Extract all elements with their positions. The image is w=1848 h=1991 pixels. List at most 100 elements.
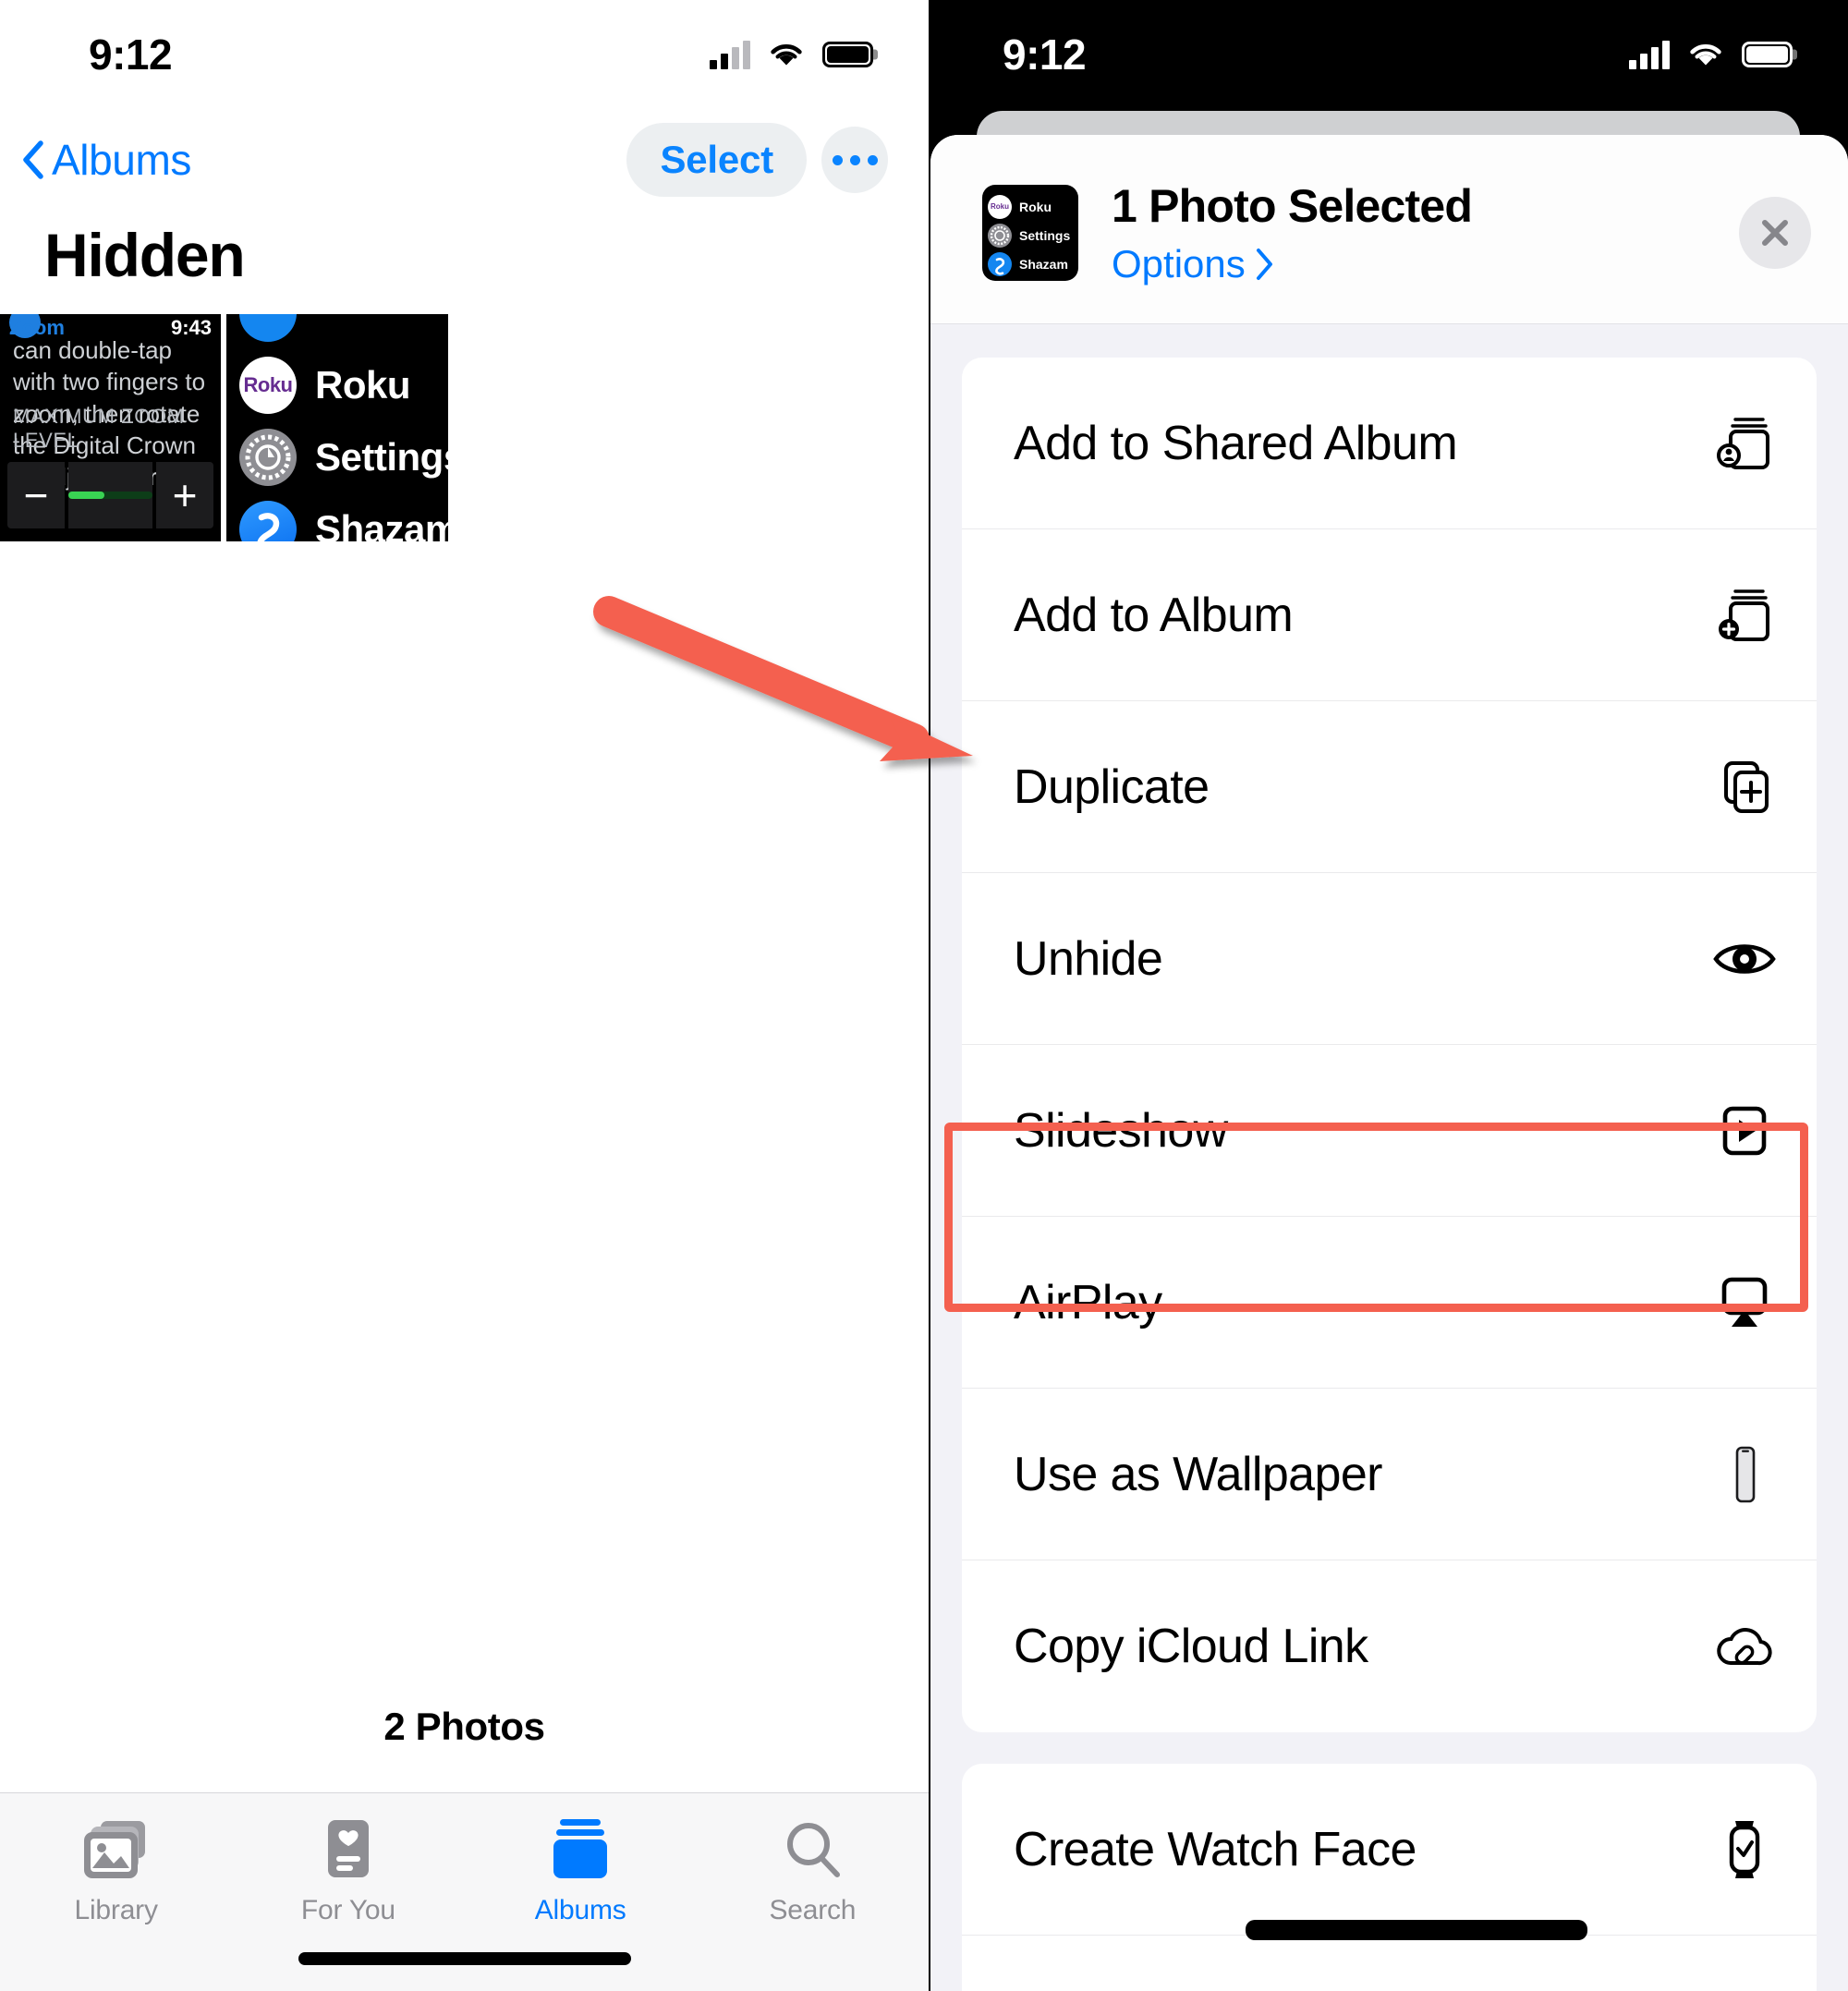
minus-icon: − — [23, 471, 49, 519]
battery-icon — [822, 42, 873, 67]
action-card-primary: Add to Shared Album Add to Album Duplica… — [962, 358, 1817, 1732]
action-duplicate[interactable]: Duplicate — [962, 701, 1817, 873]
left-status-bar: 9:12 — [0, 0, 929, 109]
app-label: Roku — [315, 363, 411, 407]
tab-label: Albums — [534, 1895, 626, 1925]
selection-title: 1 Photo Selected — [1112, 180, 1473, 232]
options-label: Options — [1112, 242, 1246, 285]
action-save-to-files[interactable]: Save to Files — [962, 1936, 1817, 1991]
shazam-icon — [239, 501, 297, 541]
eye-icon — [1711, 926, 1778, 992]
chevron-left-icon — [23, 140, 43, 179]
albums-stack-icon — [553, 1819, 608, 1878]
status-clock: 9:12 — [89, 30, 173, 79]
gear-icon — [239, 429, 297, 486]
tab-for-you[interactable]: For You — [232, 1817, 464, 1926]
shared-album-person-icon — [1711, 410, 1778, 477]
list-item: Shazam — [226, 493, 448, 541]
chevron-right-icon — [1256, 249, 1272, 280]
photo-grid: Zoom 9:43 can double-tap with two finger… — [0, 314, 929, 541]
action-add-to-shared-album[interactable]: Add to Shared Album — [962, 358, 1817, 529]
share-sheet-panel: 9:12 Roku Roku Settings Shazam 1 Photo S… — [929, 0, 1848, 1991]
duplicate-plus-icon — [1711, 754, 1778, 820]
photo-thumbnail-zoom-settings[interactable]: Zoom 9:43 can double-tap with two finger… — [0, 314, 221, 541]
action-label: Unhide — [1014, 931, 1163, 986]
thumb-app-list: Roku Roku Setting Shazam — [226, 314, 448, 541]
app-label: Shazam — [315, 507, 448, 541]
home-indicator — [298, 1952, 631, 1965]
options-button[interactable]: Options — [1112, 242, 1706, 286]
photo-stack-icon — [83, 1821, 145, 1878]
thumb-app-row: Roku Roku — [988, 194, 1073, 219]
action-label: Use as Wallpaper — [1014, 1447, 1382, 1501]
action-label: Copy iCloud Link — [1014, 1620, 1368, 1673]
airplay-icon — [1711, 1269, 1778, 1336]
list-item: Roku Roku — [226, 349, 448, 421]
app-icon-partial — [239, 314, 297, 342]
tab-label: Search — [769, 1895, 857, 1925]
ellipsis-icon — [832, 154, 843, 165]
wifi-icon — [1690, 44, 1721, 66]
action-airplay[interactable]: AirPlay — [962, 1217, 1817, 1389]
action-label: Add to Shared Album — [1014, 416, 1458, 470]
back-label: Albums — [52, 136, 191, 184]
share-sheet: Roku Roku Settings Shazam 1 Photo Select… — [930, 135, 1848, 1991]
stepper-track — [68, 462, 152, 528]
wifi-icon — [771, 44, 802, 66]
apple-watch-check-icon — [1711, 1816, 1778, 1883]
shazam-icon — [988, 251, 1012, 276]
roku-icon: Roku — [988, 194, 1012, 219]
tab-label: Library — [74, 1895, 158, 1925]
play-rect-icon — [1711, 1098, 1778, 1164]
cellular-signal-icon — [710, 40, 750, 69]
app-label: Settings — [315, 435, 448, 479]
photo-count-label: 2 Photos — [383, 1705, 545, 1748]
thumb-app-row-partial — [226, 314, 448, 349]
selected-photo-thumbnail[interactable]: Roku Roku Settings Shazam — [982, 185, 1078, 281]
thumb-app-label: Roku — [1019, 199, 1052, 214]
tab-bar: Library For You Albums Search — [0, 1792, 929, 1991]
for-you-card-icon — [327, 1820, 369, 1877]
battery-icon — [1742, 42, 1793, 67]
tab-label: For You — [300, 1895, 395, 1925]
action-copy-icloud-link[interactable]: Copy iCloud Link — [962, 1560, 1817, 1732]
close-icon — [1762, 220, 1788, 246]
action-label: Add to Album — [1014, 588, 1294, 642]
right-status-bar: 9:12 — [929, 0, 1848, 109]
action-label: AirPlay — [1014, 1275, 1162, 1329]
action-add-to-album[interactable]: Add to Album — [962, 529, 1817, 701]
thumb-app-row: Settings — [988, 223, 1073, 248]
thumb-app-row: Shazam — [988, 251, 1073, 276]
photo-thumbnail-app-list[interactable]: Roku Roku Setting Shazam — [226, 314, 448, 541]
tab-search[interactable]: Search — [697, 1817, 929, 1926]
redaction-bar — [1246, 1920, 1587, 1940]
action-use-as-wallpaper[interactable]: Use as Wallpaper — [962, 1389, 1817, 1560]
roku-icon: Roku — [239, 357, 297, 414]
thumb-app-label: Settings — [1019, 227, 1071, 243]
plus-icon: + — [172, 471, 198, 519]
stepper-plus: + — [156, 462, 213, 528]
action-create-watch-face[interactable]: Create Watch Face — [962, 1764, 1817, 1936]
thumb-zoom-stepper: − + — [7, 462, 213, 528]
page-title: Hidden — [44, 221, 246, 289]
back-to-albums-button[interactable]: Albums — [20, 135, 191, 185]
share-sheet-header: Roku Roku Settings Shazam 1 Photo Select… — [930, 135, 1848, 324]
action-label: Create Watch Face — [1014, 1822, 1416, 1876]
list-item: Settings — [226, 421, 448, 493]
cellular-signal-icon — [1629, 40, 1670, 69]
gear-icon — [988, 223, 1012, 248]
thumb-app-label: Shazam — [1019, 256, 1068, 272]
more-options-button[interactable] — [821, 127, 888, 193]
magnifier-icon — [787, 1823, 841, 1877]
folder-icon — [1711, 1988, 1778, 1991]
album-plus-icon — [1711, 582, 1778, 649]
action-label: Duplicate — [1014, 759, 1210, 814]
action-label: Slideshow — [1014, 1103, 1228, 1158]
action-unhide[interactable]: Unhide — [962, 873, 1817, 1045]
close-button[interactable] — [1739, 197, 1811, 269]
status-clock: 9:12 — [1003, 30, 1087, 79]
tab-albums[interactable]: Albums — [465, 1817, 697, 1926]
tab-library[interactable]: Library — [0, 1817, 232, 1926]
select-button[interactable]: Select — [626, 123, 807, 197]
action-slideshow[interactable]: Slideshow — [962, 1045, 1817, 1217]
